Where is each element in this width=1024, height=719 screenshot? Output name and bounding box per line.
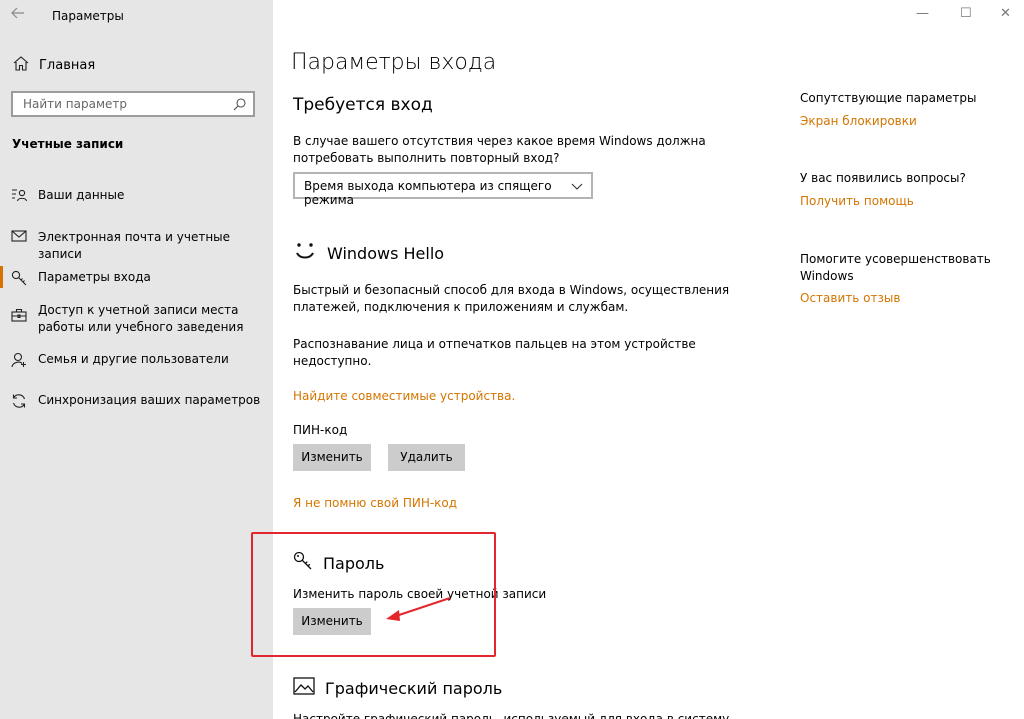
sidebar-section-title: Учетные записи [12,137,124,151]
get-help-link[interactable]: Получить помощь [800,193,1000,210]
sidebar-item-email[interactable]: Электронная почта и учетные записи [0,229,273,263]
picture-password-heading: Графический пароль [325,678,503,698]
sidebar-home[interactable]: Главная [13,56,95,75]
briefcase-icon [10,302,28,322]
hello-unavailable-text: Распознавание лица и отпечатков пальцев … [293,337,696,368]
close-button[interactable]: ✕ [1000,6,1011,21]
mail-icon [10,229,28,242]
password-heading: Пароль [323,553,385,573]
forgot-pin-link[interactable]: Я не помню свой ПИН-код [293,496,457,510]
chevron-down-icon [571,180,583,194]
windows-hello-heading: Windows Hello [327,243,445,263]
home-icon [13,56,29,75]
password-description: Изменить пароль своей учетной записи [293,587,547,601]
sidebar-item-your-info[interactable]: Ваши данные [0,187,273,204]
signin-required-description: В случае вашего отсутствия через какое в… [293,134,706,165]
sync-icon [10,392,28,409]
sidebar-item-label: Доступ к учетной записи места работы или… [38,303,244,334]
password-change-button[interactable]: Изменить [293,608,371,635]
main-content: — ☐ ✕ Параметры входа Требуется вход В с… [273,0,1024,719]
person-card-icon [10,187,28,202]
sidebar-item-label: Ваши данные [38,188,125,202]
pin-change-button[interactable]: Изменить [293,444,371,471]
picture-password-title: Графический пароль [293,677,502,699]
person-add-icon [10,351,28,368]
feedback-link[interactable]: Оставить отзыв [800,290,1000,307]
sidebar-item-work-access[interactable]: Доступ к учетной записи места работы или… [0,302,273,336]
key-icon [10,269,28,286]
sidebar-item-label: Электронная почта и учетные записи [38,230,231,261]
hello-description: Быстрый и безопасный способ для входа в … [293,283,730,314]
related-settings-title: Сопутствующие параметры [800,91,977,105]
picture-icon [293,677,315,699]
find-devices-link[interactable]: Найдите совместимые устройства. [293,389,515,403]
search-placeholder: Найти параметр [23,97,127,111]
lock-screen-link[interactable]: Экран блокировки [800,113,1000,130]
sidebar-item-label: Синхронизация ваших параметров [38,393,261,407]
page-title: Параметры входа [291,50,497,75]
sidebar-item-family[interactable]: Семья и другие пользователи [0,351,273,368]
search-input[interactable]: Найти параметр [11,91,255,117]
key-icon [293,551,313,575]
sidebar-home-label: Главная [39,58,96,73]
questions-title: У вас появились вопросы? [800,171,966,185]
picture-password-description: Настройте графический пароль, используем… [293,712,730,719]
dropdown-value: Время выхода компьютера из спящего режим… [304,179,552,207]
signin-required-heading: Требуется вход [293,95,433,115]
sidebar-item-signin-options[interactable]: Параметры входа [0,266,273,288]
pin-remove-button[interactable]: Удалить [388,444,465,471]
maximize-button[interactable]: ☐ [960,6,972,21]
search-icon[interactable] [233,96,247,115]
windows-hello-title: Windows Hello [293,240,444,266]
sidebar-item-label: Параметры входа [38,270,151,284]
app-title: Параметры [52,9,124,23]
password-title: Пароль [293,551,384,575]
signin-required-dropdown[interactable]: Время выхода компьютера из спящего режим… [293,172,593,207]
back-arrow-icon[interactable] [11,7,25,23]
pin-label: ПИН-код [293,423,348,437]
sidebar: Параметры Главная Найти параметр Учетные… [0,0,273,719]
minimize-button[interactable]: — [916,6,929,21]
sidebar-item-label: Семья и другие пользователи [38,352,229,366]
smiley-icon [293,240,317,266]
sidebar-item-sync[interactable]: Синхронизация ваших параметров [0,392,273,409]
improve-windows-title: Помогите усовершенствовать Windows [800,252,991,283]
